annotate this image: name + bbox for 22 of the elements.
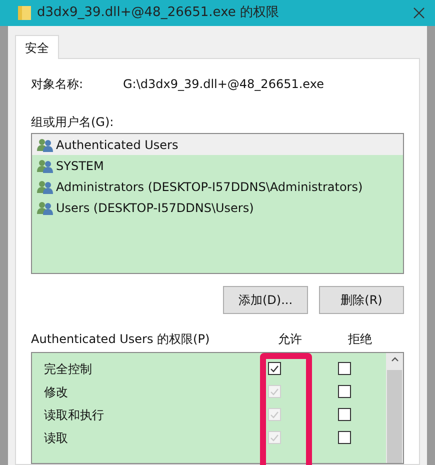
user-list-item[interactable]: SYSTEM xyxy=(32,155,403,176)
permission-name: 读取和执行 xyxy=(43,406,105,424)
user-list-item[interactable]: Users (DESKTOP-I57DDNS\Users) xyxy=(32,197,403,218)
allow-header: 允许 xyxy=(277,331,303,348)
permissions-label: Authenticated Users 的权限(P) xyxy=(31,331,211,348)
add-button[interactable]: 添加(D)... xyxy=(223,286,308,314)
user-name: Authenticated Users xyxy=(56,136,178,154)
groups-label: 组或用户名(G): xyxy=(31,114,115,131)
window-title: d3dx9_39.dll+@48_26651.exe 的权限 xyxy=(37,4,280,22)
permission-name: 修改 xyxy=(43,384,69,400)
tab[interactable]: 安全 xyxy=(15,35,59,59)
permission-name: 完全控制 xyxy=(43,360,93,378)
remove-button[interactable]: 删除(R) xyxy=(319,286,404,314)
user-name: Users (DESKTOP-I57DDNS\Users) xyxy=(56,200,254,216)
object-name-label: 对象名称: xyxy=(31,76,84,93)
deny-header: 拒绝 xyxy=(347,331,373,348)
user-name: SYSTEM xyxy=(56,158,104,174)
permission-name: 读取 xyxy=(43,430,69,446)
user-list-item[interactable]: Administrators (DESKTOP-I57DDNS\Administrators) xyxy=(32,176,403,197)
object-name-value: G:\d3dx9_39.dll+@48_26651.exe xyxy=(123,76,324,93)
user-list-item[interactable]: Authenticated Users xyxy=(32,134,403,155)
user-name: Administrators (DESKTOP-I57DDNS\Administrators) xyxy=(56,178,363,196)
